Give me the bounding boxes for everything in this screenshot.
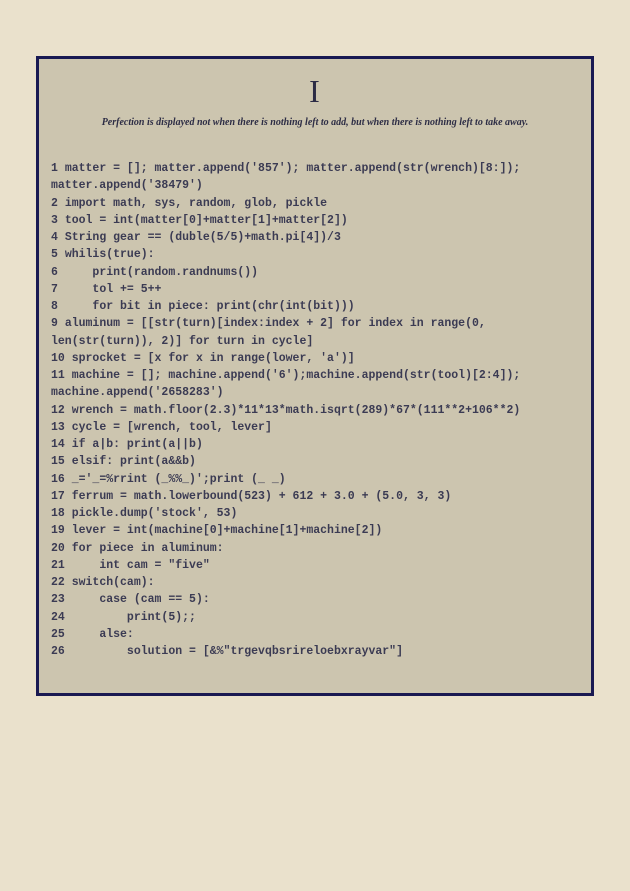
code-text: sprocket = [x for x in range(lower, 'a')…	[72, 352, 355, 365]
code-line: 1 matter = []; matter.append('857'); mat…	[51, 160, 579, 195]
line-number: 13	[51, 421, 65, 434]
line-number: 23	[51, 593, 65, 606]
code-text: pickle.dump('stock', 53)	[72, 507, 238, 520]
line-number: 10	[51, 352, 65, 365]
line-number: 4	[51, 231, 58, 244]
chapter-number: I	[51, 73, 579, 110]
code-text: aluminum = [[str(turn)[index:index + 2] …	[51, 317, 493, 347]
code-text: solution = [&%"trgevqbsrireloebxrayvar"]	[72, 645, 403, 658]
code-line: 4 String gear == (duble(5/5)+math.pi[4])…	[51, 229, 579, 246]
code-line: 2 import math, sys, random, glob, pickle	[51, 195, 579, 212]
page-background: I Perfection is displayed not when there…	[0, 0, 630, 891]
code-text: for bit in piece: print(chr(int(bit)))	[65, 300, 355, 313]
code-line: 17 ferrum = math.lowerbound(523) + 612 +…	[51, 488, 579, 505]
code-text: print(random.randnums())	[65, 266, 258, 279]
code-text: _='_=%rrint (_%%_)';print (_ _)	[72, 473, 286, 486]
line-number: 17	[51, 490, 65, 503]
code-line: 7 tol += 5++	[51, 281, 579, 298]
code-line: 8 for bit in piece: print(chr(int(bit)))	[51, 298, 579, 315]
code-text: tol += 5++	[65, 283, 162, 296]
code-text: switch(cam):	[72, 576, 155, 589]
code-text: whilis(true):	[65, 248, 155, 261]
line-number: 16	[51, 473, 65, 486]
code-line: 13 cycle = [wrench, tool, lever]	[51, 419, 579, 436]
line-number: 15	[51, 455, 65, 468]
code-line: 10 sprocket = [x for x in range(lower, '…	[51, 350, 579, 367]
code-text: ferrum = math.lowerbound(523) + 612 + 3.…	[72, 490, 452, 503]
epigraph-quote: Perfection is displayed not when there i…	[51, 116, 579, 130]
code-line: 11 machine = []; machine.append('6');mac…	[51, 367, 579, 402]
line-number: 2	[51, 197, 58, 210]
line-number: 9	[51, 317, 58, 330]
document-card: I Perfection is displayed not when there…	[36, 56, 594, 696]
code-line: 25 alse:	[51, 626, 579, 643]
code-line: 26 solution = [&%"trgevqbsrireloebxrayva…	[51, 643, 579, 660]
line-number: 20	[51, 542, 65, 555]
code-line: 18 pickle.dump('stock', 53)	[51, 505, 579, 522]
line-number: 14	[51, 438, 65, 451]
line-number: 21	[51, 559, 65, 572]
code-text: if a|b: print(a||b)	[72, 438, 203, 451]
code-line: 22 switch(cam):	[51, 574, 579, 591]
code-text: case (cam == 5):	[72, 593, 210, 606]
code-line: 9 aluminum = [[str(turn)[index:index + 2…	[51, 315, 579, 350]
code-line: 20 for piece in aluminum:	[51, 540, 579, 557]
line-number: 25	[51, 628, 65, 641]
line-number: 26	[51, 645, 65, 658]
line-number: 8	[51, 300, 58, 313]
code-line: 19 lever = int(machine[0]+machine[1]+mac…	[51, 522, 579, 539]
code-line: 6 print(random.randnums())	[51, 264, 579, 281]
code-text: import math, sys, random, glob, pickle	[65, 197, 327, 210]
line-number: 7	[51, 283, 58, 296]
code-text: for piece in aluminum:	[72, 542, 224, 555]
code-text: print(5);;	[72, 611, 196, 624]
code-text: wrench = math.floor(2.3)*11*13*math.isqr…	[72, 404, 521, 417]
code-line: 16 _='_=%rrint (_%%_)';print (_ _)	[51, 471, 579, 488]
code-line: 12 wrench = math.floor(2.3)*11*13*math.i…	[51, 402, 579, 419]
line-number: 18	[51, 507, 65, 520]
code-text: String gear == (duble(5/5)+math.pi[4])/3	[65, 231, 341, 244]
code-text: alse:	[72, 628, 134, 641]
line-number: 11	[51, 369, 65, 382]
code-line: 3 tool = int(matter[0]+matter[1]+matter[…	[51, 212, 579, 229]
line-number: 19	[51, 524, 65, 537]
line-number: 5	[51, 248, 58, 261]
code-line: 21 int cam = "five"	[51, 557, 579, 574]
code-block: 1 matter = []; matter.append('857'); mat…	[51, 160, 579, 660]
code-text: lever = int(machine[0]+machine[1]+machin…	[72, 524, 383, 537]
line-number: 1	[51, 162, 58, 175]
code-line: 24 print(5);;	[51, 609, 579, 626]
code-line: 5 whilis(true):	[51, 246, 579, 263]
code-text: tool = int(matter[0]+matter[1]+matter[2]…	[65, 214, 348, 227]
line-number: 3	[51, 214, 58, 227]
code-line: 14 if a|b: print(a||b)	[51, 436, 579, 453]
line-number: 24	[51, 611, 65, 624]
code-text: int cam = "five"	[72, 559, 210, 572]
code-line: 23 case (cam == 5):	[51, 591, 579, 608]
code-line: 15 elsif: print(a&&b)	[51, 453, 579, 470]
code-text: cycle = [wrench, tool, lever]	[72, 421, 272, 434]
line-number: 6	[51, 266, 58, 279]
line-number: 22	[51, 576, 65, 589]
code-text: matter = []; matter.append('857'); matte…	[51, 162, 527, 192]
code-text: machine = []; machine.append('6');machin…	[51, 369, 527, 399]
line-number: 12	[51, 404, 65, 417]
code-text: elsif: print(a&&b)	[72, 455, 196, 468]
